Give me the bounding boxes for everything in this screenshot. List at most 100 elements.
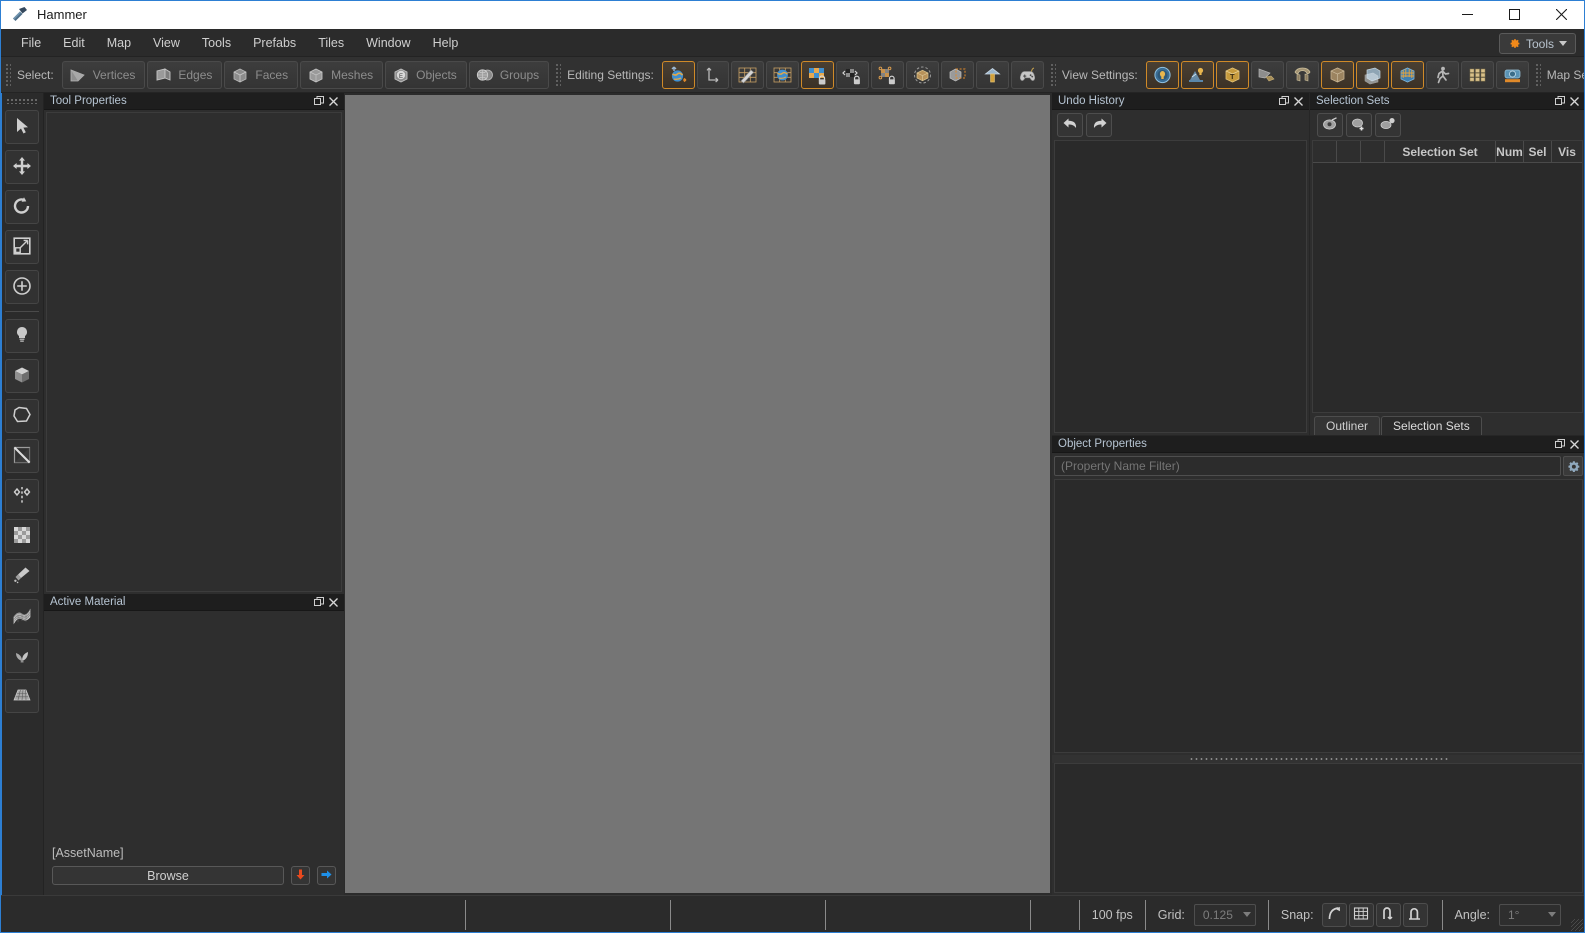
paint-tool-button[interactable] (4, 559, 39, 593)
select-meshes-button[interactable]: Meshes (300, 60, 384, 89)
show-models-button[interactable] (1320, 60, 1354, 89)
tools-dropdown-button[interactable]: Tools (1498, 33, 1576, 54)
texture-tool-button[interactable] (4, 519, 39, 553)
select-faces-button[interactable]: Faces (224, 60, 299, 89)
texture-scale-lock-button[interactable] (870, 60, 904, 89)
tile-mesh-tool-button[interactable] (4, 679, 39, 713)
close-icon[interactable] (1567, 437, 1581, 451)
local-space-button[interactable] (696, 60, 729, 89)
snap-vertex-button[interactable] (1375, 902, 1401, 927)
select-vertices-button[interactable]: Vertices (61, 60, 146, 89)
menu-tiles[interactable]: Tiles (307, 32, 355, 54)
pivot-tool-button[interactable] (4, 270, 39, 304)
camera-button[interactable] (1495, 60, 1529, 89)
menu-prefabs[interactable]: Prefabs (242, 32, 307, 54)
grid-overlay-button[interactable] (1390, 60, 1424, 89)
viewport-container[interactable] (344, 93, 1052, 895)
tab-outliner[interactable]: Outliner (1314, 416, 1381, 435)
translate-tool-button[interactable] (4, 150, 39, 184)
toolbar-grip[interactable] (4, 61, 11, 88)
texture-grid-button[interactable] (1460, 60, 1494, 89)
property-detail-pane[interactable] (1054, 763, 1583, 893)
minimize-button[interactable] (1444, 0, 1491, 29)
toolbar-grip[interactable] (1533, 61, 1541, 88)
selection-box-button[interactable] (940, 60, 974, 89)
sel-col-sel[interactable]: Sel (1524, 141, 1552, 162)
scale-tool-button[interactable] (4, 230, 39, 264)
menu-help[interactable]: Help (422, 32, 470, 54)
browse-button[interactable]: Browse (52, 866, 284, 885)
select-objects-button[interactable]: E Objects (385, 60, 467, 89)
clip-tool-button[interactable] (4, 439, 39, 473)
grid-size-combobox[interactable]: 0.125 (1193, 903, 1256, 926)
nodraw-tool-button[interactable] (975, 60, 1009, 89)
maximize-button[interactable] (1491, 0, 1538, 29)
sel-col-1[interactable] (1337, 141, 1361, 162)
float-icon[interactable] (312, 595, 326, 609)
show-props-button[interactable] (1285, 60, 1319, 89)
import-arrow-button[interactable] (291, 866, 310, 885)
undo-button[interactable] (1057, 113, 1083, 137)
sel-col-selection-set[interactable]: Selection Set (1385, 141, 1496, 162)
toolbar-grip[interactable] (554, 61, 562, 88)
mirror-tool-button[interactable] (4, 479, 39, 513)
displacement-tool-button[interactable] (4, 599, 39, 633)
snap-surface-button[interactable] (1402, 902, 1428, 927)
select-tool-button[interactable] (4, 110, 39, 144)
goto-arrow-button[interactable] (317, 866, 336, 885)
window-resize-grip[interactable] (1571, 919, 1583, 931)
close-icon[interactable] (1567, 94, 1581, 108)
angle-combobox[interactable]: 1° (1499, 903, 1561, 926)
property-list[interactable] (1054, 479, 1583, 753)
close-button[interactable] (1538, 0, 1585, 29)
toolbar-grip[interactable] (1048, 61, 1056, 88)
property-settings-button[interactable] (1563, 456, 1583, 476)
player-clip-button[interactable] (1425, 60, 1459, 89)
sel-col-num[interactable]: Num (1496, 141, 1524, 162)
select-edges-button[interactable]: Edges (147, 60, 223, 89)
show-helpers-button[interactable] (1250, 60, 1284, 89)
snap-grid-button[interactable] (1348, 902, 1374, 927)
world-grid-button[interactable] (765, 60, 799, 89)
show-triggers-button[interactable]: T (1215, 60, 1249, 89)
3d-viewport[interactable] (345, 95, 1050, 893)
menu-map[interactable]: Map (96, 32, 142, 54)
texture-lock-button[interactable] (800, 60, 834, 89)
float-icon[interactable] (312, 94, 326, 108)
float-icon[interactable] (1553, 437, 1567, 451)
texture-shift-lock-button[interactable] (835, 60, 869, 89)
close-icon[interactable] (326, 94, 340, 108)
select-groups-button[interactable]: Groups (468, 60, 550, 89)
gamepad-button[interactable] (1010, 60, 1044, 89)
property-filter-input[interactable] (1054, 456, 1561, 476)
lighting-preview-button[interactable] (1145, 60, 1179, 89)
sel-col-vis[interactable]: Vis (1552, 141, 1582, 162)
undo-history-list[interactable] (1054, 140, 1307, 433)
menu-view[interactable]: View (142, 32, 191, 54)
menu-window[interactable]: Window (355, 32, 421, 54)
menu-edit[interactable]: Edit (52, 32, 96, 54)
close-icon[interactable] (1291, 94, 1305, 108)
world-space-button[interactable] (661, 60, 695, 89)
wireframe-over-button[interactable] (1355, 60, 1389, 89)
snap-rotate-button[interactable] (1321, 902, 1347, 927)
add-set-button[interactable] (1346, 113, 1372, 137)
selection-sets-rows[interactable] (1313, 163, 1582, 412)
polygon-tool-button[interactable] (4, 399, 39, 433)
block-tool-button[interactable] (4, 359, 39, 393)
menu-tools[interactable]: Tools (191, 32, 242, 54)
snap-to-grid-button[interactable] (730, 60, 764, 89)
tab-selection-sets[interactable]: Selection Sets (1381, 416, 1482, 435)
float-icon[interactable] (1553, 94, 1567, 108)
foliage-tool-button[interactable] (4, 639, 39, 673)
sel-col-2[interactable] (1361, 141, 1385, 162)
property-splitter[interactable] (1052, 755, 1585, 763)
menu-file[interactable]: File (10, 32, 52, 54)
remove-set-button[interactable] (1375, 113, 1401, 137)
redo-button[interactable] (1086, 113, 1112, 137)
tool-rail-grip[interactable] (5, 98, 38, 104)
close-icon[interactable] (326, 595, 340, 609)
select-set-button[interactable] (1317, 113, 1343, 137)
entity-lights-button[interactable] (1180, 60, 1214, 89)
bounds-display-button[interactable] (905, 60, 939, 89)
